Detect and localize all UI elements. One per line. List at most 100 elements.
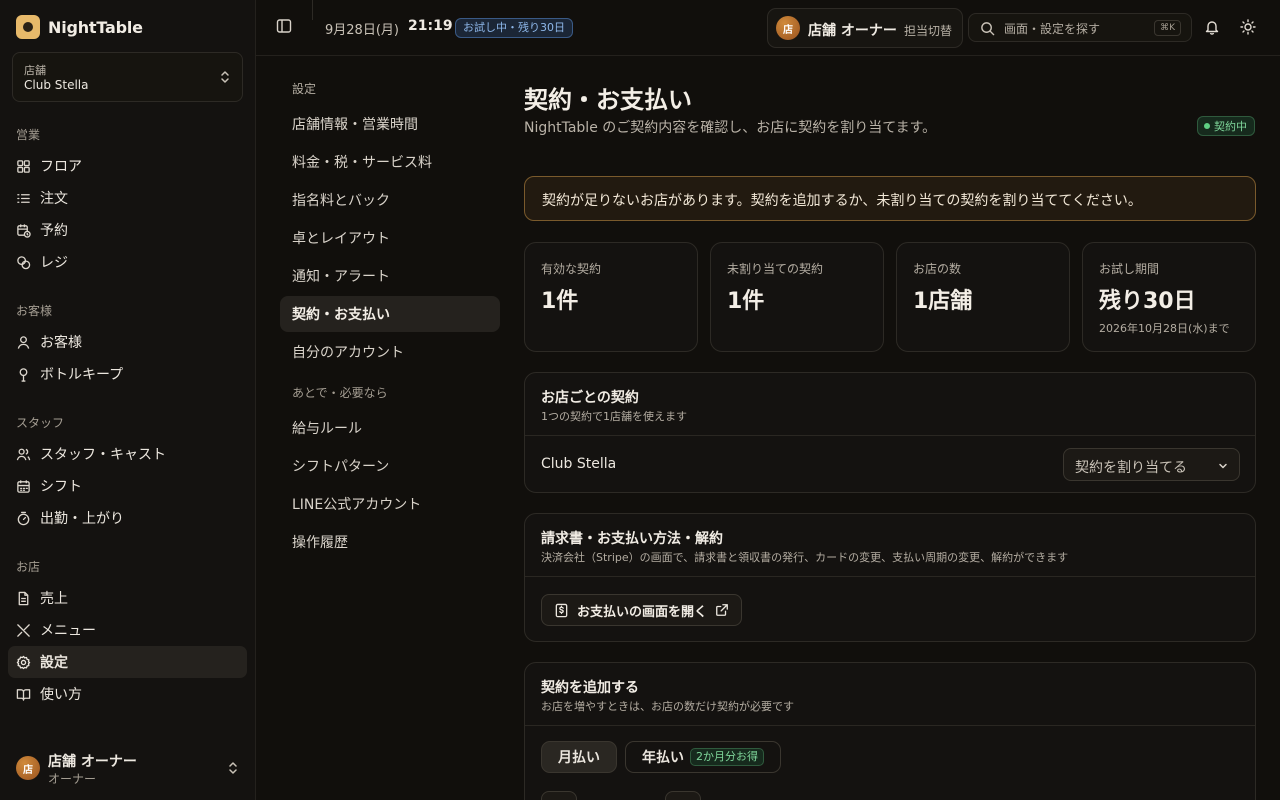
sidebar-item-help[interactable]: 使い方 (8, 678, 247, 710)
page-title: 契約・お支払い (524, 86, 692, 114)
user-menu[interactable]: 店 店舗 オーナー オーナー (16, 750, 240, 786)
search-input[interactable]: 画面・設定を探す ⌘K (968, 13, 1192, 42)
brand[interactable]: NightTable (16, 15, 143, 39)
sidebar-item-bottle-keep[interactable]: ボトルキープ (8, 358, 247, 390)
settings-nav-payroll[interactable]: 給与ルール (280, 410, 500, 446)
stat-active-contracts: 有効な契約 1件 (524, 242, 698, 352)
section-customers: お客様 (16, 304, 53, 318)
card-title: 契約を追加する (541, 680, 639, 696)
per-store-contracts-card: お店ごとの契約 1つの契約で1店舗を使えます Club Stella 契約を割り… (524, 372, 1256, 493)
settings-nav-nomination[interactable]: 指名料とバック (280, 182, 500, 218)
card-title: お店ごとの契約 (541, 390, 639, 406)
sidebar-item-label: 売上 (40, 591, 68, 607)
sidebar-item-customers[interactable]: お客様 (8, 326, 247, 358)
calendar-icon (17, 479, 30, 493)
settings-nav-shift-patterns[interactable]: シフトパターン (280, 448, 500, 484)
add-contract-card: 契約を追加する お店を増やすときは、お店の数だけ契約が必要です 月払い 年払い … (524, 662, 1256, 800)
sidebar-item-settings[interactable]: 設定 (8, 646, 247, 678)
settings-nav-store-info[interactable]: 店舗情報・営業時間 (280, 106, 500, 142)
book-icon (16, 688, 31, 701)
card-subtitle: お店を増やすときは、お店の数だけ契約が必要です (541, 700, 794, 713)
settings-nav-pricing[interactable]: 料金・税・サービス料 (280, 144, 500, 180)
stat-store-count: お店の数 1店舗 (896, 242, 1070, 352)
store-switcher-value: Club Stella (24, 78, 89, 92)
status-label: 契約中 (1214, 120, 1247, 133)
grid-icon (17, 159, 30, 173)
current-time: 21:19 (408, 18, 453, 34)
sidebar-item-label: メニュー (40, 623, 96, 639)
chevron-down-icon (1219, 463, 1227, 469)
sidebar-item-floor[interactable]: フロア (8, 150, 247, 182)
settings-nav-audit-log[interactable]: 操作履歴 (280, 524, 500, 560)
brand-name: NightTable (48, 17, 143, 37)
trial-badge: お試し中・残り30日 (455, 18, 573, 38)
bottle-icon (19, 367, 28, 382)
section-staff: スタッフ (16, 416, 65, 430)
sidebar-item-sales[interactable]: 売上 (8, 582, 247, 614)
sidebar-item-label: 出勤・上がり (40, 511, 124, 527)
quantity-increment-button[interactable] (665, 791, 701, 800)
sidebar-item-label: スタッフ・キャスト (40, 447, 166, 463)
sun-icon[interactable] (1240, 19, 1256, 35)
document-icon (18, 591, 29, 605)
yearly-billing-tab[interactable]: 年払い 2か月分お得 (625, 741, 781, 773)
sidebar-item-orders[interactable]: 注文 (8, 182, 247, 214)
sidebar-item-shifts[interactable]: シフト (8, 470, 247, 502)
sidebar-toggle-icon[interactable] (276, 18, 292, 34)
sidebar-item-menu[interactable]: メニュー (8, 614, 247, 646)
sidebar-item-label: フロア (40, 159, 82, 175)
store-switcher-label: 店舗 (24, 64, 46, 77)
list-icon (17, 193, 30, 203)
sidebar-item-reservations[interactable]: 予約 (8, 214, 247, 246)
users-icon (16, 448, 31, 460)
chevron-up-down-icon (221, 71, 229, 83)
monthly-billing-tab[interactable]: 月払い (541, 741, 617, 773)
chevron-up-down-icon (229, 762, 237, 774)
sidebar-item-label: 使い方 (40, 687, 82, 703)
sidebar: NightTable 店舗 Club Stella 営業 フロア 注文 予約 レ… (0, 0, 256, 800)
status-badge: 契約中 (1197, 116, 1255, 136)
stat-note: 2026年10月28日(水)まで (1099, 322, 1230, 335)
stat-trial-period: お試し期間 残り30日 2026年10月28日(水)まで (1082, 242, 1256, 352)
sidebar-item-register[interactable]: レジ (8, 246, 247, 278)
sidebar-item-label: 予約 (40, 223, 68, 239)
assign-contract-select[interactable]: 契約を割り当てる (1063, 448, 1240, 481)
settings-nav-notifications[interactable]: 通知・アラート (280, 258, 500, 294)
settings-nav-billing[interactable]: 契約・お支払い (280, 296, 500, 332)
topbar-divider (312, 0, 313, 20)
receipt-dollar-icon (555, 603, 568, 617)
sidebar-item-label: ボトルキープ (40, 367, 124, 383)
utensils-icon (17, 623, 30, 637)
owner-switcher[interactable]: 店 店舗 オーナー 担当切替 (767, 8, 963, 48)
settings-nav-line[interactable]: LINE公式アカウント (280, 486, 500, 522)
divider (525, 576, 1255, 577)
settings-nav-tables[interactable]: 卓とレイアウト (280, 220, 500, 256)
open-billing-portal-button[interactable]: お支払いの画面を開く (541, 594, 743, 626)
quantity-decrement-button[interactable] (541, 791, 577, 800)
avatar: 店 (16, 756, 40, 780)
store-name: Club Stella (541, 456, 617, 472)
sidebar-item-label: 設定 (40, 655, 68, 671)
sidebar-item-label: レジ (40, 255, 68, 271)
settings-nav-subheading: あとで・必要なら (292, 386, 388, 400)
select-value: 契約を割り当てる (1075, 460, 1187, 476)
bell-icon[interactable] (1204, 19, 1220, 35)
user-role: オーナー (48, 772, 97, 786)
switch-staff-label: 担当切替 (904, 24, 953, 38)
stat-label: お店の数 (913, 262, 962, 276)
user-icon (17, 335, 30, 349)
stat-value: 1件 (727, 289, 765, 314)
calendar-clock-icon (17, 223, 31, 238)
logo-icon (16, 15, 40, 39)
divider (525, 725, 1255, 726)
store-switcher[interactable]: 店舗 Club Stella (12, 52, 243, 102)
page-subtitle: NightTable のご契約内容を確認し、お店に契約を割り当てます。 (524, 120, 937, 136)
sidebar-item-attendance[interactable]: 出勤・上がり (8, 502, 247, 534)
owner-name: 店舗 オーナー (808, 23, 897, 39)
stat-label: お試し期間 (1099, 262, 1160, 276)
sidebar-item-staff[interactable]: スタッフ・キャスト (8, 438, 247, 470)
settings-nav-account[interactable]: 自分のアカウント (280, 334, 500, 370)
monthly-label: 月払い (558, 750, 600, 766)
warning-alert: 契約が足りないお店があります。契約を追加するか、未割り当ての契約を割り当ててくだ… (524, 176, 1256, 221)
gear-icon (16, 655, 31, 669)
